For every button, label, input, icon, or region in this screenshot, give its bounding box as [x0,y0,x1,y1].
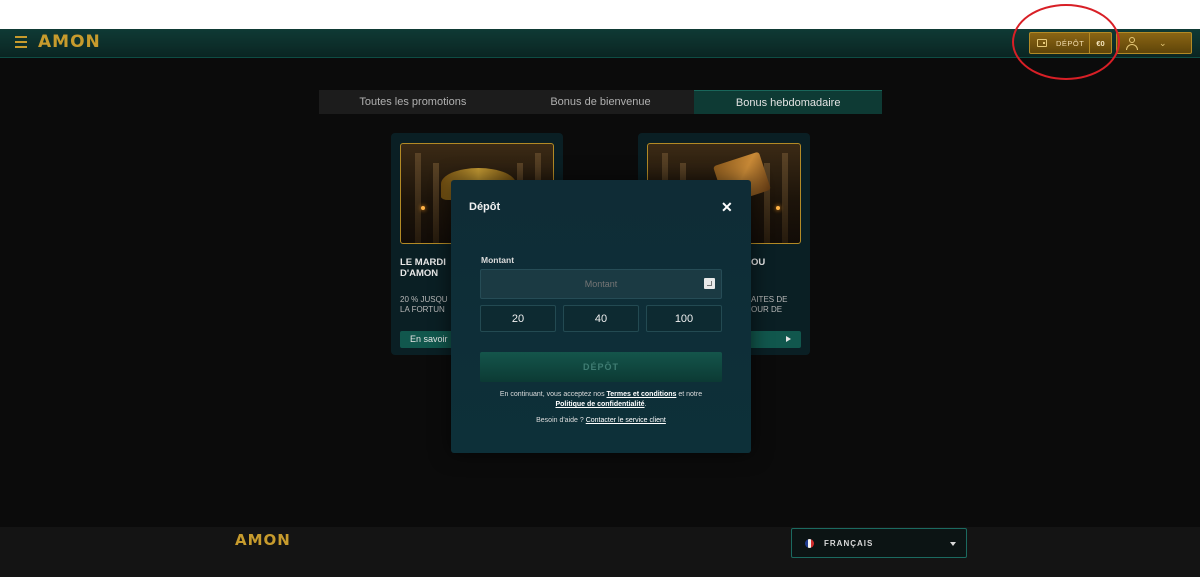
deposit-label: DÉPÔT [1056,38,1085,48]
balance-display: €0 [1089,33,1111,53]
amount-option-100[interactable]: 100 [646,305,722,332]
modal-title: Dépôt [469,201,501,213]
site-header: AMON [0,29,1200,58]
amount-option-40[interactable]: 40 [563,305,639,332]
deposit-modal: Dépôt ✕ Montant 20 40 100 DÉPÔT En conti… [451,180,751,453]
promo-title: OU [751,257,766,268]
tab-welcome-bonus[interactable]: Bonus de bienvenue [507,90,695,114]
amount-option-20[interactable]: 20 [480,305,556,332]
promo-tabs: Toutes les promotions Bonus de bienvenue… [319,90,883,114]
promo-button-label: En savoir [410,334,448,344]
tab-weekly-bonus[interactable]: Bonus hebdomadaire [694,90,883,114]
french-flag-icon [805,539,814,548]
deposit-submit-button[interactable]: DÉPÔT [480,352,722,382]
terms-text: En continuant, vous acceptez nos Termes … [471,390,731,410]
terms-suffix: . [644,401,647,408]
user-icon [1126,37,1138,50]
terms-prefix: En continuant, vous acceptez nos [499,391,607,398]
promo-description: AITES DE OUR DE [751,295,788,314]
contact-support-link[interactable]: Contacter le service client [586,417,666,424]
terms-link[interactable]: Termes et conditions [607,391,677,398]
tab-all-promotions[interactable]: Toutes les promotions [319,90,507,114]
hamburger-menu-icon[interactable] [15,36,27,48]
amount-options: 20 40 100 [480,305,722,332]
language-select[interactable]: FRANÇAIS [791,528,967,558]
header-deposit-button[interactable]: DÉPÔT €0 [1029,32,1112,54]
caret-down-icon [950,542,956,546]
footer-logo[interactable]: AMON [235,531,291,549]
user-menu-button[interactable]: ⌄ [1116,32,1192,54]
language-label: FRANÇAIS [824,539,874,548]
terms-mid: et notre [676,391,703,398]
help-prefix: Besoin d'aide ? [536,417,586,424]
site-footer: AMON FRANÇAIS [0,527,1200,577]
privacy-link[interactable]: Politique de confidentialité [555,401,644,408]
amount-input[interactable] [480,269,722,299]
chevron-down-icon: ⌄ [1159,38,1167,48]
play-icon [786,336,791,342]
browser-top-area [0,0,1200,29]
wallet-icon [1037,39,1047,47]
help-text: Besoin d'aide ? Contacter le service cli… [471,417,731,424]
input-helper-icon [704,278,715,289]
close-icon[interactable]: ✕ [721,199,733,216]
site-logo[interactable]: AMON [38,32,101,52]
amount-label: Montant [481,255,515,265]
